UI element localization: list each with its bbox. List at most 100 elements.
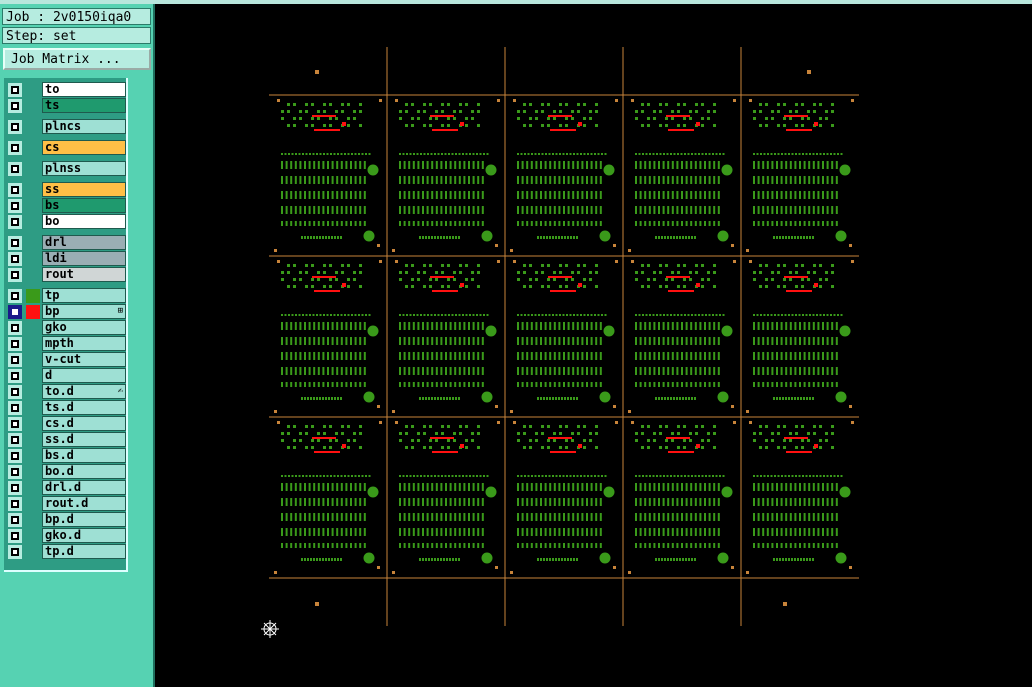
layer-row-ts-d[interactable]: ts.d	[6, 400, 126, 416]
smd-pad	[299, 110, 302, 113]
layer-row-mpth[interactable]: mpth	[6, 336, 126, 352]
layer-display-checkbox[interactable]	[8, 252, 22, 266]
layer-row-drl-d[interactable]: drl.d	[6, 480, 126, 496]
layer-row-cs-d[interactable]: cs.d	[6, 416, 126, 432]
layer-row-ss-d[interactable]: ss.d	[6, 432, 126, 448]
layer-display-checkbox[interactable]	[8, 545, 22, 559]
layer-display-checkbox[interactable]	[8, 99, 22, 113]
layer-name-label[interactable]: ss.d	[42, 432, 126, 447]
layer-display-checkbox[interactable]	[8, 481, 22, 495]
layer-name-label[interactable]: ss	[42, 182, 126, 197]
layer-name-label[interactable]: ts	[42, 98, 126, 113]
layer-row-to[interactable]: to	[6, 82, 126, 98]
layer-display-checkbox[interactable]	[8, 449, 22, 463]
layer-row-bp[interactable]: bp ⊞	[6, 304, 126, 320]
layer-display-checkbox[interactable]	[8, 183, 22, 197]
layer-display-checkbox[interactable]	[8, 141, 22, 155]
connector-pin	[826, 191, 829, 199]
layer-display-checkbox[interactable]	[8, 433, 22, 447]
layer-display-checkbox[interactable]	[8, 321, 22, 335]
layer-name-label[interactable]: plncs	[42, 119, 126, 134]
layer-display-checkbox[interactable]	[8, 529, 22, 543]
layer-row-d[interactable]: d	[6, 368, 126, 384]
layer-name-label[interactable]: bs	[42, 198, 126, 213]
layer-name-label[interactable]: bp.d	[42, 512, 126, 527]
layer-display-checkbox[interactable]	[8, 353, 22, 367]
layer-row-plnss[interactable]: plnss	[6, 161, 126, 177]
layer-display-checkbox[interactable]	[8, 289, 22, 303]
layer-row-plncs[interactable]: plncs	[6, 119, 126, 135]
layer-row-rout-d[interactable]: rout.d	[6, 496, 126, 512]
job-matrix-button[interactable]: Job Matrix ...	[3, 48, 151, 70]
layer-name-label[interactable]: cs.d	[42, 416, 126, 431]
layer-name-label[interactable]: v-cut	[42, 352, 126, 367]
layer-display-checkbox[interactable]	[8, 120, 22, 134]
layer-color-swatch[interactable]	[26, 305, 40, 319]
layer-row-bp-d[interactable]: bp.d	[6, 512, 126, 528]
layer-display-checkbox[interactable]	[8, 83, 22, 97]
smd-pad	[326, 153, 329, 155]
layer-name-label[interactable]: cs	[42, 140, 126, 155]
layer-name-label[interactable]: d	[42, 368, 126, 383]
layer-row-tp-d[interactable]: tp.d	[6, 544, 126, 560]
layer-display-checkbox[interactable]	[8, 417, 22, 431]
connector-pin	[553, 352, 556, 360]
layer-display-checkbox[interactable]	[8, 337, 22, 351]
layer-row-to-d[interactable]: to.d ✍	[6, 384, 126, 400]
layer-name-label[interactable]: drl	[42, 235, 126, 250]
layer-display-checkbox[interactable]	[8, 401, 22, 415]
layer-display-checkbox[interactable]	[8, 199, 22, 213]
layer-name-label[interactable]: gko	[42, 320, 126, 335]
layer-name-label[interactable]: drl.d	[42, 480, 126, 495]
layer-row-gko[interactable]: gko	[6, 320, 126, 336]
layer-name-label[interactable]: tp.d	[42, 544, 126, 559]
layer-name-label[interactable]: ldi	[42, 251, 126, 266]
layer-name-label[interactable]: bs.d	[42, 448, 126, 463]
layer-display-checkbox[interactable]	[8, 236, 22, 250]
layer-row-tp[interactable]: tp	[6, 288, 126, 304]
layer-row-ldi[interactable]: ldi	[6, 251, 126, 267]
layer-display-checkbox[interactable]	[8, 268, 22, 282]
smd-pad	[517, 110, 520, 113]
layer-row-bs[interactable]: bs	[6, 198, 126, 214]
layer-row-rout[interactable]: rout	[6, 267, 126, 283]
smd-pad	[597, 153, 600, 155]
graphic-viewport[interactable]	[155, 4, 1032, 687]
layer-name-label[interactable]: bo	[42, 214, 126, 229]
smd-pad	[281, 439, 284, 442]
layer-row-bo-d[interactable]: bo.d	[6, 464, 126, 480]
layer-name-label[interactable]: mpth	[42, 336, 126, 351]
layer-row-gko-d[interactable]: gko.d	[6, 528, 126, 544]
layer-name-label[interactable]: gko.d	[42, 528, 126, 543]
layer-name-label[interactable]: bo.d	[42, 464, 126, 479]
smd-pad	[771, 278, 774, 281]
layer-color-swatch[interactable]	[26, 289, 40, 303]
layer-row-cs[interactable]: cs	[6, 140, 126, 156]
layer-name-label[interactable]: to.d ✍	[42, 384, 126, 399]
layer-display-checkbox[interactable]	[8, 305, 22, 319]
layer-row-drl[interactable]: drl	[6, 235, 126, 251]
smd-pad	[337, 314, 339, 316]
layer-row-ts[interactable]: ts	[6, 98, 126, 114]
layer-display-checkbox[interactable]	[8, 513, 22, 527]
layer-name-label[interactable]: rout	[42, 267, 126, 282]
layer-display-checkbox[interactable]	[8, 385, 22, 399]
layer-name-label[interactable]: ts.d	[42, 400, 126, 415]
layer-row-bo[interactable]: bo	[6, 214, 126, 230]
connector-pin	[350, 528, 352, 536]
layer-name-label[interactable]: rout.d	[42, 496, 126, 511]
layer-row-bs-d[interactable]: bs.d	[6, 448, 126, 464]
crosshair-snap-icon[interactable]	[260, 619, 280, 639]
layer-display-checkbox[interactable]	[8, 369, 22, 383]
layer-name-label[interactable]: tp	[42, 288, 126, 303]
connector-pin	[535, 528, 538, 536]
layer-display-checkbox[interactable]	[8, 215, 22, 229]
layer-row-v-cut[interactable]: v-cut	[6, 352, 126, 368]
layer-row-ss[interactable]: ss	[6, 182, 126, 198]
layer-display-checkbox[interactable]	[8, 162, 22, 176]
layer-name-label[interactable]: bp ⊞	[42, 304, 126, 319]
layer-display-checkbox[interactable]	[8, 497, 22, 511]
layer-display-checkbox[interactable]	[8, 465, 22, 479]
layer-name-label[interactable]: to	[42, 82, 126, 97]
layer-name-label[interactable]: plnss	[42, 161, 126, 176]
